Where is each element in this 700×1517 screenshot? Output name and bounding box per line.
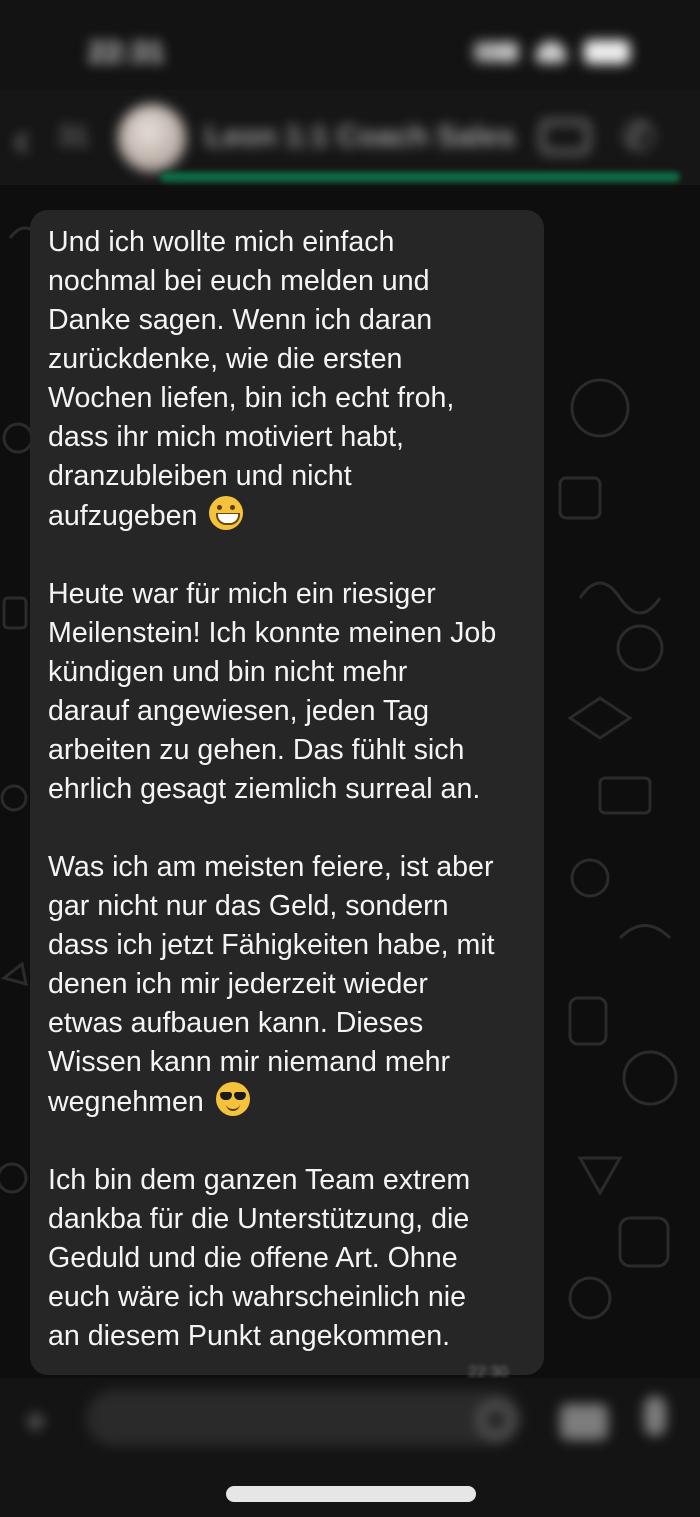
message-paragraph-3: Was ich am meisten feiere, ist aber gar … [48, 851, 495, 1118]
status-icons [474, 40, 630, 64]
incoming-message-bubble[interactable]: Und ich wollte mich einfach nochmal bei … [30, 210, 544, 1375]
signal-icon [474, 42, 518, 62]
phone-call-icon[interactable]: ✆ [622, 114, 656, 160]
status-time: 22:31 [88, 36, 165, 69]
plus-icon[interactable]: + [24, 1400, 47, 1445]
video-call-icon[interactable] [540, 120, 590, 154]
unread-count-badge[interactable]: 31 [58, 120, 89, 152]
sunglasses-face-emoji [215, 1082, 250, 1116]
contact-name[interactable]: Leon 1:1 Coach Sales [205, 120, 515, 154]
camera-icon[interactable] [560, 1404, 608, 1440]
message-input-bar: + [0, 1378, 700, 1517]
message-paragraph-2: Heute war für mich ein riesiger Meilenst… [48, 578, 497, 805]
message-paragraph-1: Und ich wollte mich einfach nochmal bei … [48, 226, 455, 532]
battery-icon [584, 40, 630, 64]
header-accent-bar [160, 172, 680, 182]
contact-avatar[interactable] [118, 104, 186, 172]
chat-header: ‹ 31 Leon 1:1 Coach Sales ✆ [0, 90, 700, 185]
microphone-icon[interactable] [644, 1396, 666, 1436]
message-input[interactable] [86, 1390, 522, 1446]
back-icon[interactable]: ‹ [14, 112, 29, 166]
home-indicator[interactable] [226, 1486, 476, 1502]
status-bar: 22:31 [0, 0, 700, 100]
wifi-icon [536, 41, 566, 63]
grinning-face-emoji [209, 496, 244, 530]
message-paragraph-4: Ich bin dem ganzen Team extrem dankba fü… [48, 1164, 471, 1352]
sticker-icon[interactable] [478, 1402, 514, 1438]
